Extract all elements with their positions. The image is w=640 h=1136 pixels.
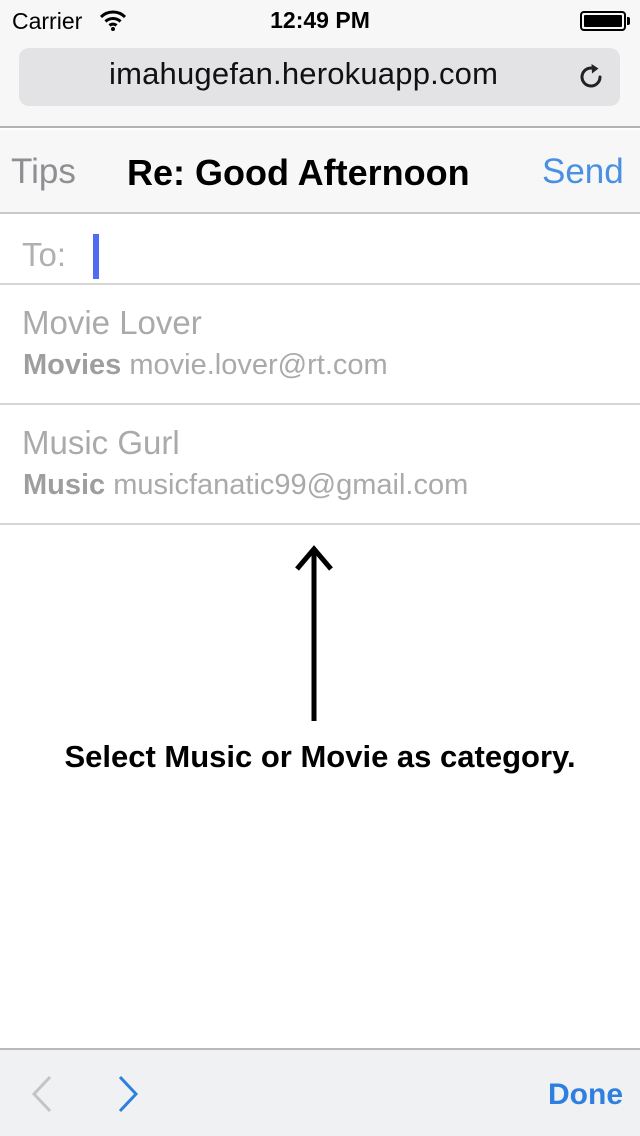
done-button[interactable]: Done bbox=[548, 1078, 623, 1112]
reload-icon[interactable] bbox=[576, 62, 606, 92]
url-field[interactable]: imahugefan.herokuapp.com bbox=[19, 48, 620, 106]
contact-category: Music bbox=[23, 469, 106, 501]
battery-icon bbox=[580, 11, 626, 31]
battery-tip bbox=[627, 17, 630, 25]
to-field[interactable]: To: bbox=[0, 216, 640, 285]
contact-details: Music musicfanatic99@gmail.com bbox=[23, 469, 468, 502]
text-cursor bbox=[93, 234, 99, 279]
status-bar: Carrier 12:49 PM bbox=[0, 0, 640, 40]
contact-category: Movies bbox=[23, 349, 122, 381]
tips-button[interactable]: Tips bbox=[11, 152, 76, 192]
contact-details: Movies movie.lover@rt.com bbox=[23, 349, 388, 382]
address-area: imahugefan.herokuapp.com bbox=[0, 40, 640, 128]
suggestion-movie-lover[interactable]: Movie Lover Movies movie.lover@rt.com bbox=[0, 285, 640, 405]
clock: 12:49 PM bbox=[270, 7, 370, 33]
contact-email: movie.lover@rt.com bbox=[129, 349, 388, 381]
to-label: To: bbox=[22, 236, 67, 273]
suggestion-music-gurl[interactable]: Music Gurl Music musicfanatic99@gmail.co… bbox=[0, 405, 640, 525]
nav-bar: Tips Re: Good Afternoon Send bbox=[0, 130, 640, 214]
send-button[interactable]: Send bbox=[542, 152, 624, 192]
url-text: imahugefan.herokuapp.com bbox=[109, 56, 499, 91]
page-title: Re: Good Afternoon bbox=[127, 152, 470, 193]
contact-name: Music Gurl bbox=[22, 424, 180, 461]
contact-email: musicfanatic99@gmail.com bbox=[113, 469, 469, 501]
up-arrow-icon bbox=[295, 545, 333, 721]
category-hint: Select Music or Movie as category. bbox=[64, 739, 576, 774]
keyboard-toolbar: Done bbox=[0, 1048, 640, 1136]
chevron-right-icon[interactable] bbox=[116, 1074, 140, 1114]
contact-name: Movie Lover bbox=[22, 304, 202, 341]
chevron-left-icon[interactable] bbox=[30, 1074, 54, 1114]
